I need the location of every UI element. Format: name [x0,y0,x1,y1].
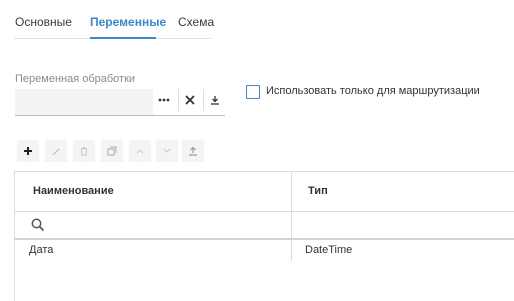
search-icon [31,218,45,232]
upload-icon [189,146,197,156]
close-icon [185,95,195,105]
edit-button[interactable] [45,140,67,162]
copy-icon [107,146,117,156]
download-button[interactable] [203,89,226,111]
routing-only-checkbox[interactable] [246,85,260,99]
upload-button[interactable] [182,140,204,162]
table-cell-type[interactable]: DateTime [305,244,352,256]
column-header-type[interactable]: Тип [308,185,328,197]
edit-icon [53,148,60,155]
variable-field-input[interactable] [15,89,153,115]
move-up-button[interactable] [129,140,151,162]
table-column-separator [291,171,292,261]
move-down-button[interactable] [156,140,178,162]
column-header-name[interactable]: Наименование [33,185,114,197]
add-icon [24,147,32,155]
variable-field-label: Переменная обработки [15,73,136,85]
move-down-icon [163,148,171,153]
add-button[interactable] [17,140,39,162]
clear-button[interactable] [178,89,201,111]
move-up-icon [136,149,144,154]
active-tab-indicator [90,37,156,39]
routing-only-checkbox-label[interactable]: Использовать только для маршрутизации [266,85,480,97]
delete-icon [81,147,87,156]
filter-search-button[interactable] [31,218,45,232]
table-border-left [14,171,15,301]
filter-row-divider [14,238,514,240]
tab-variables[interactable]: Переменные [90,15,166,29]
more-button[interactable] [153,89,175,111]
table-cell-name[interactable]: Дата [29,244,53,256]
table-header-divider [14,211,514,212]
delete-button[interactable] [73,140,95,162]
copy-button[interactable] [101,140,123,162]
tab-schema[interactable]: Схема [178,15,214,29]
more-icon [158,98,170,102]
variable-field-underline [15,115,225,116]
tab-main[interactable]: Основные [15,15,72,29]
download-icon [211,96,219,105]
table-border-top [14,171,514,172]
